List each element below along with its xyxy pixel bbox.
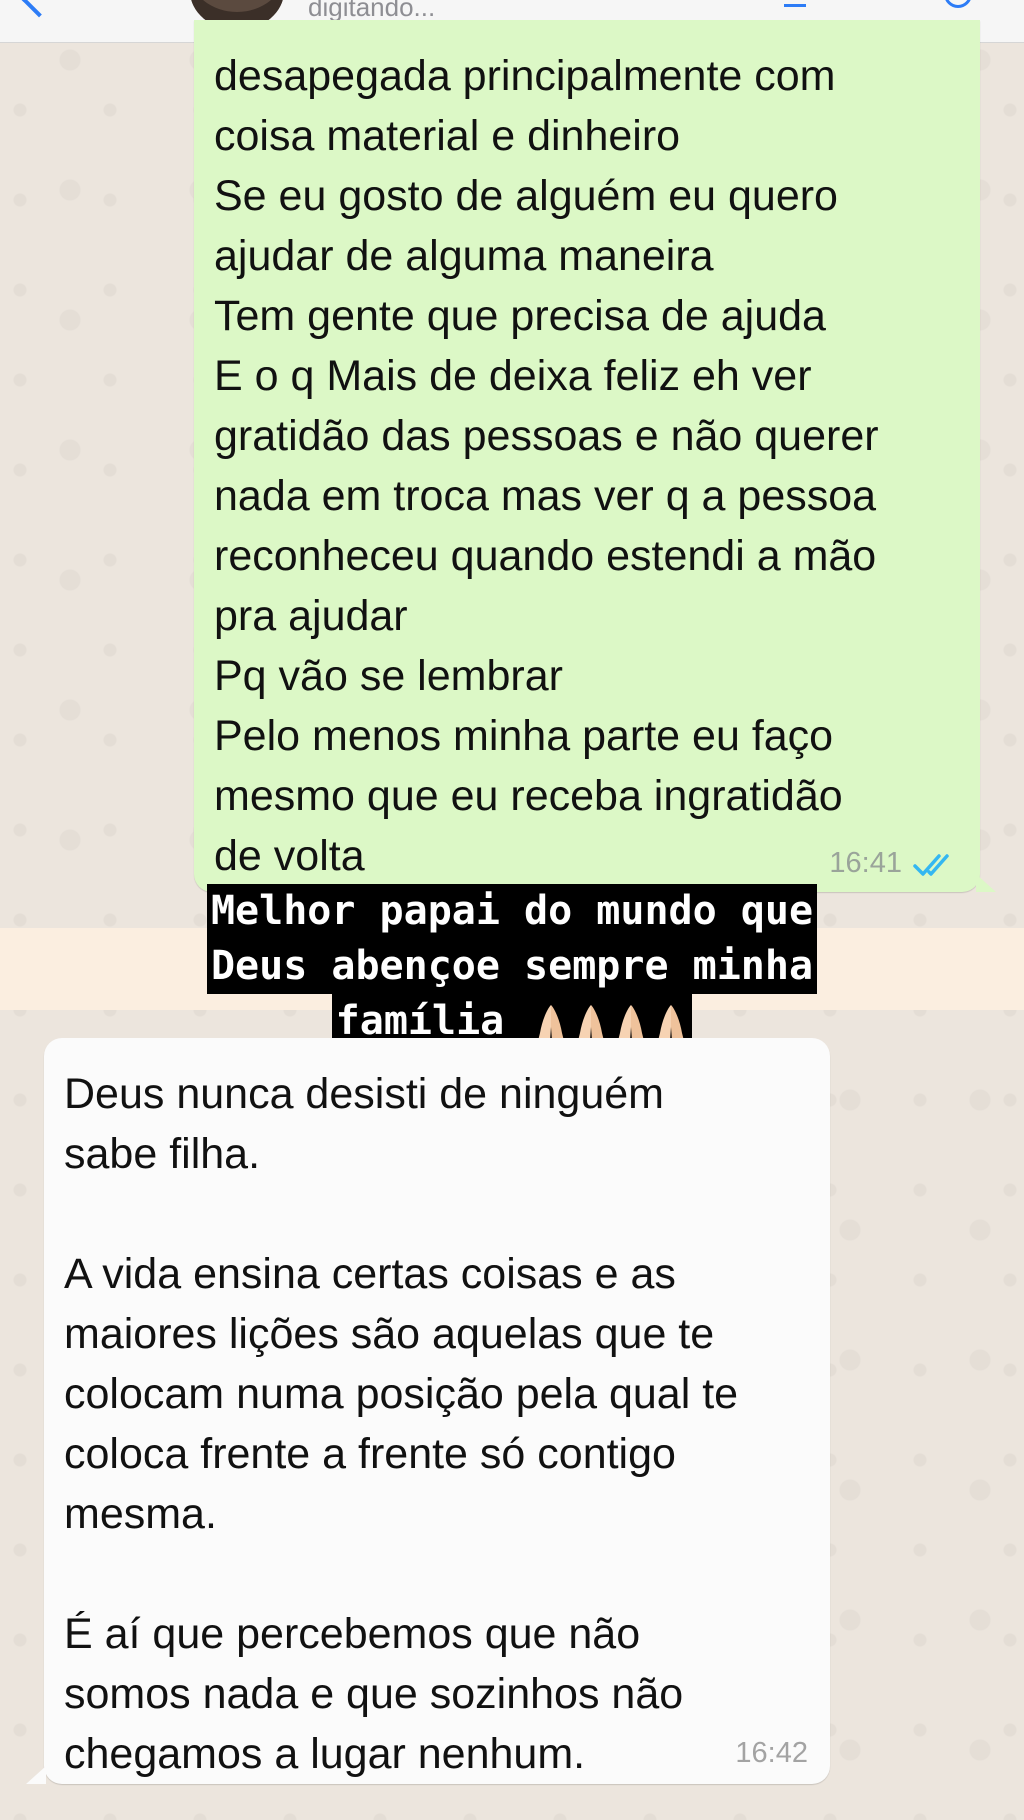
message-line: Tem gente que precisa de ajuda — [214, 292, 826, 340]
message-line: mesma. — [64, 1490, 217, 1538]
story-caption: Melhor papai do mundo que Deus abençoe s… — [0, 884, 1024, 1049]
message-line: Deus nunca desisti de ninguém — [64, 1070, 664, 1118]
message-line: nada em troca mas ver q a pessoa — [214, 472, 877, 520]
message-line: coloca frente a frente só contigo — [64, 1430, 676, 1478]
message-line: mesmo que eu receba ingratidão — [214, 772, 843, 820]
message-line: de volta — [214, 832, 365, 880]
message-line: pra ajudar — [214, 592, 408, 640]
outgoing-message-bubble[interactable]: desapegada principalmente com coisa mater… — [194, 20, 996, 892]
story-caption-line: Deus abençoe sempre minha — [206, 939, 818, 994]
message-line: maiores lições são aquelas que te — [64, 1310, 715, 1358]
incoming-message-text: Deus nunca desisti de ninguém sabe filha.… — [64, 1064, 738, 1784]
message-line: sabe filha. — [64, 1130, 261, 1178]
message-line: chegamos a lugar nenhum. — [64, 1730, 586, 1778]
story-caption-line: Melhor papai do mundo que — [206, 884, 818, 939]
outgoing-message-text: desapegada principalmente com coisa mater… — [214, 46, 879, 886]
message-line: ajudar de alguma maneira — [214, 232, 714, 280]
message-line: A vida ensina certas coisas e as — [64, 1250, 676, 1298]
message-line: Pelo menos minha parte eu faço — [214, 712, 834, 760]
message-line: coisa material e dinheiro — [214, 112, 681, 160]
message-line: reconheceu quando estendi a mão — [214, 532, 877, 580]
message-line — [64, 1184, 738, 1244]
message-line: Se eu gosto de alguém eu quero — [214, 172, 838, 220]
message-line: colocam numa posição pela qual te — [64, 1370, 739, 1418]
message-line: gratidão das pessoas e não querer — [214, 412, 879, 460]
outgoing-message-time: 16:41 — [829, 847, 902, 879]
incoming-message-bubble[interactable]: Deus nunca desisti de ninguém sabe filha.… — [26, 1038, 830, 1784]
message-line: E o q Mais de deixa feliz eh ver — [214, 352, 812, 400]
video-call-icon[interactable] — [784, 0, 806, 7]
back-chevron-icon[interactable] — [20, 0, 58, 18]
message-line: desapegada principalmente com — [214, 52, 836, 100]
message-line: Pq vão se lembrar — [214, 652, 563, 700]
bubble-tail — [26, 1766, 46, 1784]
message-line: somos nada e que sozinhos não — [64, 1670, 684, 1718]
voice-call-icon[interactable] — [944, 0, 972, 8]
message-line: É aí que percebemos que não — [64, 1610, 641, 1658]
double-check-icon — [913, 854, 949, 876]
incoming-message-time: 16:42 — [735, 1737, 808, 1769]
message-line — [64, 1544, 738, 1604]
